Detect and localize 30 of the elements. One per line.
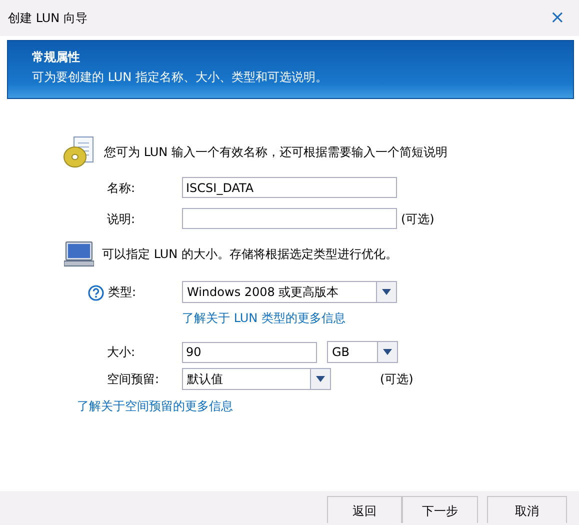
unit-dropdown[interactable]: GB [327,341,398,363]
type-dropdown[interactable]: Windows 2008 或更高版本 [182,281,397,303]
info-link[interactable]: 了解关于空间预留的更多信息 [77,397,233,415]
name-field[interactable]: ISCSI_DATA [182,177,397,198]
reservation-dropdown[interactable]: 默认值 [182,368,331,390]
caret-icon [376,282,396,302]
help-icon[interactable] [88,283,104,301]
field-label: 空间预留: [107,371,160,388]
field-label: 说明: [107,210,136,228]
field-label: 类型: [108,284,138,301]
wizard-button[interactable]: 取消 [487,496,567,523]
banner-subtitle: 可为要创建的 LUN 指定名称、大小、类型和可选说明。 [32,69,328,86]
banner-title: 常规属性 [32,49,81,66]
description-field[interactable] [182,208,397,229]
size-field[interactable]: 90 [182,342,317,362]
info-link[interactable]: 了解关于 LUN 类型的更多信息 [182,309,346,327]
optional-note: (可选) [380,371,414,388]
disc-document-icon [62,135,96,169]
close-button[interactable]: × [544,9,571,27]
field-label: 名称: [107,180,136,196]
monitor-icon [64,241,94,267]
optional-note: (可选) [401,210,434,228]
wizard-button[interactable]: 返回 [327,496,402,523]
window-title: 创建 LUN 向导 [8,10,88,27]
caret-icon [377,342,397,362]
caret-icon [310,369,330,389]
intro-text: 您可为 LUN 输入一个有效名称，还可根据需要输入一个简短说明 [104,144,448,161]
intro-text: 可以指定 LUN 的大小。存储将根据选定类型进行优化。 [102,246,398,263]
field-label: 大小: [107,344,136,361]
wizard-button[interactable]: 下一步 [402,496,478,523]
